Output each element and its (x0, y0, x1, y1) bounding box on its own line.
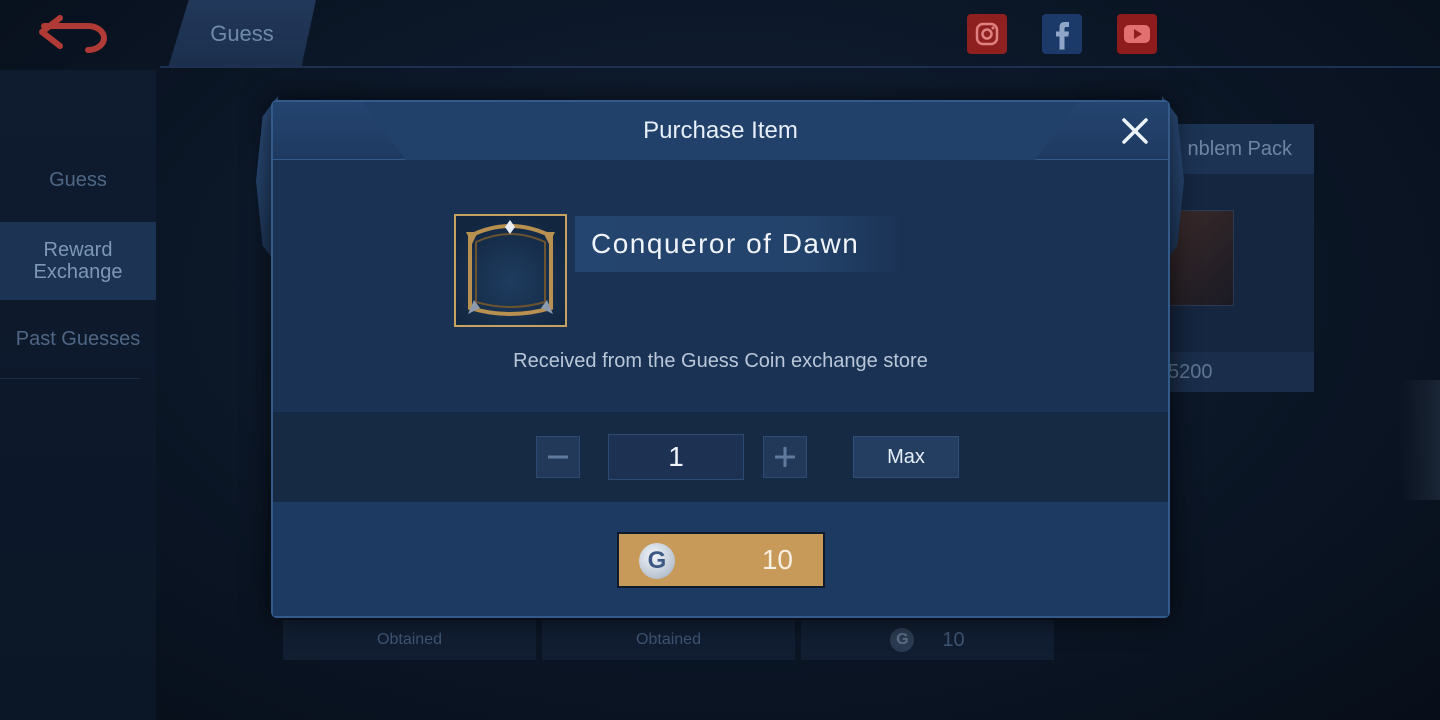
quantity-selector: 1 Max (273, 412, 1168, 502)
back-button[interactable] (30, 10, 116, 56)
increase-quantity-button[interactable] (763, 436, 807, 478)
tab-guess-label: Guess (210, 21, 274, 46)
instagram-icon (975, 22, 999, 46)
item-description: Received from the Guess Coin exchange st… (513, 350, 928, 372)
reward-price-cell[interactable]: G 10 (801, 620, 1054, 660)
sidebar: Guess Reward Exchange Past Guesses (0, 70, 156, 720)
sidebar-item-reward-exchange[interactable]: Reward Exchange (0, 222, 156, 300)
tab-guess[interactable]: Guess (168, 0, 316, 68)
background-decoration (1400, 380, 1440, 500)
sidebar-divider (0, 378, 140, 379)
close-button[interactable] (1116, 112, 1154, 150)
back-arrow-icon (39, 15, 107, 53)
dialog-body: Conqueror of Dawn Received from the Gues… (273, 160, 1168, 412)
sidebar-item-label: Reward Exchange (33, 239, 123, 283)
minus-icon (548, 455, 568, 459)
facebook-icon (1056, 22, 1069, 50)
reward-price: 10 (942, 628, 965, 651)
purchase-price: 10 (761, 544, 793, 575)
close-icon (1122, 118, 1148, 144)
sidebar-item-label: Past Guesses (15, 328, 141, 350)
max-quantity-button[interactable]: Max (853, 436, 959, 478)
reward-status-cell: Obtained (542, 620, 795, 660)
item-name: Conqueror of Dawn (591, 228, 860, 259)
reward-card-price: 5200 (1158, 352, 1314, 392)
frame-ornament-icon (466, 220, 555, 316)
quantity-input[interactable]: 1 (608, 434, 744, 480)
guess-coin-icon: G (639, 543, 675, 579)
plus-icon (775, 447, 795, 467)
avatar-frame-image (454, 214, 567, 327)
youtube-icon (1124, 25, 1150, 43)
youtube-button[interactable] (1117, 14, 1157, 54)
facebook-button[interactable] (1042, 14, 1082, 54)
sidebar-item-past-guesses[interactable]: Past Guesses (0, 300, 156, 378)
reward-status-cell: Obtained (283, 620, 536, 660)
guess-coin-icon: G (890, 628, 915, 652)
sidebar-item-label: Guess (49, 169, 107, 191)
purchase-button[interactable]: G 10 (617, 532, 825, 588)
dialog-title: Purchase Item (643, 117, 798, 144)
purchase-item-dialog: Purchase Item Conqueror of Dawn Received… (271, 100, 1170, 618)
sidebar-item-guess[interactable]: Guess (0, 142, 156, 218)
decrease-quantity-button[interactable] (536, 436, 580, 478)
instagram-button[interactable] (967, 14, 1007, 54)
top-divider (160, 66, 1440, 68)
dialog-header: Purchase Item (273, 102, 1168, 160)
dialog-footer: G 10 (273, 502, 1168, 616)
